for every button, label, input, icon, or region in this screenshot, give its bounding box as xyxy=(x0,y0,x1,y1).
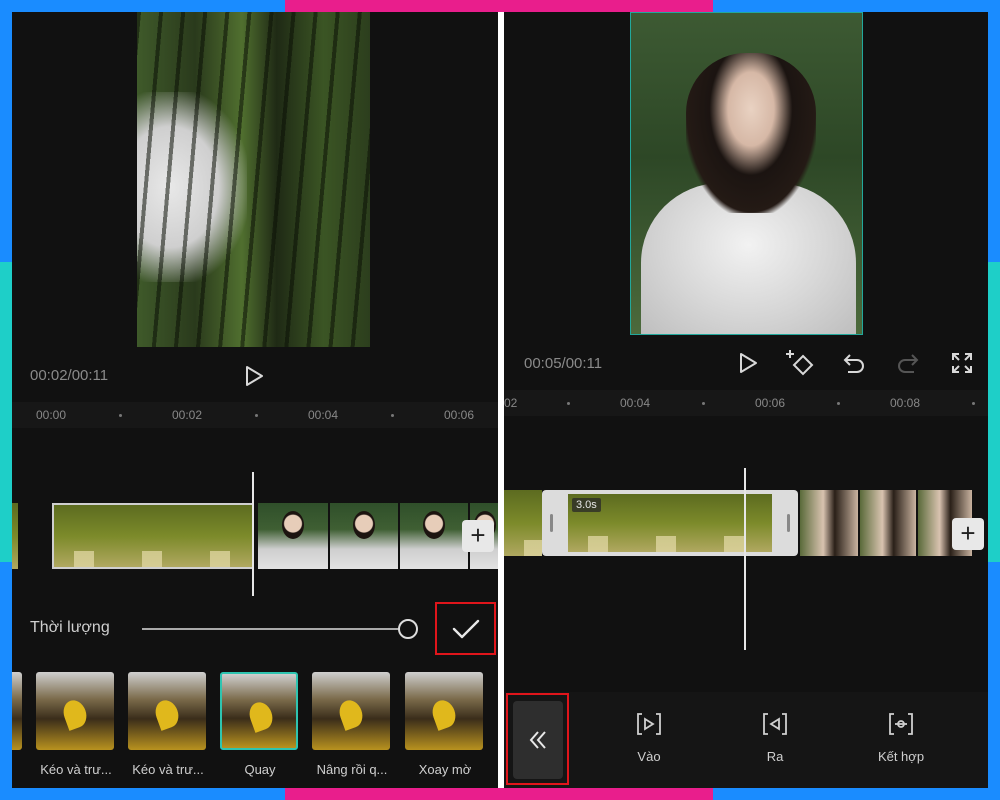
undo-icon[interactable] xyxy=(839,348,869,378)
ruler-tick-label: 02 xyxy=(504,396,518,410)
tool-label: Kết hợp xyxy=(877,749,925,764)
effect-item[interactable]: Kéo và trư... xyxy=(128,672,208,777)
timeline-track: + xyxy=(12,428,498,596)
check-icon xyxy=(452,619,479,638)
composite-frame: 00:02/00:11 00:00 00:02 00:04 00:06 + Th… xyxy=(0,0,1000,800)
ruler-tick-label: 00:04 xyxy=(308,408,339,422)
selected-clip[interactable]: 3.0s xyxy=(542,490,798,556)
tool-combine[interactable]: Kết hợp xyxy=(866,712,936,764)
playhead[interactable] xyxy=(744,468,746,650)
redo-icon[interactable] xyxy=(893,348,923,378)
back-button[interactable] xyxy=(513,701,563,779)
effect-item-selected[interactable]: Quay xyxy=(220,672,300,777)
ruler-tick-label: 00:06 xyxy=(444,408,475,422)
effect-item[interactable]: Xoay mờ xyxy=(405,672,485,777)
effect-label: Xoay mờ xyxy=(418,762,472,777)
tool-out[interactable]: Ra xyxy=(740,712,810,764)
timeline-ruler[interactable]: 02 00:04 00:06 00:08 xyxy=(504,390,988,416)
back-button-highlight xyxy=(506,693,569,785)
confirm-button[interactable] xyxy=(435,602,496,655)
effect-thumbnail xyxy=(312,672,390,750)
right-editor-screen: 00:05/00:11 02 00:04 00:06 00:08 3.0s + … xyxy=(504,12,988,788)
effect-item[interactable]: Kéo và trư... xyxy=(36,672,116,777)
slider-knob[interactable] xyxy=(398,619,418,639)
trim-handle-left[interactable] xyxy=(550,514,553,532)
effect-thumbnail xyxy=(220,672,298,750)
tool-label: Ra xyxy=(766,749,784,764)
tool-label: Vào xyxy=(637,749,661,764)
play-icon[interactable] xyxy=(240,362,268,390)
add-clip-button[interactable]: + xyxy=(462,520,494,552)
fullscreen-icon[interactable] xyxy=(947,348,977,378)
effect-item[interactable] xyxy=(12,672,24,750)
in-bracket-icon xyxy=(637,713,661,735)
effect-thumbnail xyxy=(405,672,483,750)
duration-label: Thời lượng xyxy=(30,619,110,636)
timeline-ruler[interactable]: 00:00 00:02 00:04 00:06 xyxy=(12,402,498,428)
effect-item[interactable]: Nâng rồi q... xyxy=(312,672,392,777)
clip-duration-badge: 3.0s xyxy=(572,498,601,512)
clip-thumbnail[interactable] xyxy=(800,490,858,556)
double-chevron-left-icon xyxy=(529,731,546,749)
ruler-tick-label: 00:06 xyxy=(755,396,786,410)
timeline-track: 3.0s + xyxy=(504,416,988,692)
play-icon[interactable] xyxy=(734,349,762,377)
clip-thumbnail[interactable] xyxy=(504,490,542,556)
add-keyframe-icon[interactable] xyxy=(784,346,818,380)
effect-thumbnail xyxy=(128,672,206,750)
effect-label: Kéo và trư... xyxy=(132,762,204,777)
clip-thumbnail[interactable] xyxy=(860,490,916,556)
timecode: 00:02/00:11 xyxy=(30,367,109,384)
clip-thumbnail[interactable] xyxy=(330,503,398,569)
tool-in[interactable]: Vào xyxy=(614,712,684,764)
video-preview[interactable] xyxy=(630,12,863,335)
timecode: 00:05/00:11 xyxy=(524,355,603,372)
effect-thumbnail xyxy=(36,672,114,750)
effect-label: Quay xyxy=(244,762,276,777)
clip-thumbnail[interactable] xyxy=(258,503,328,569)
trim-handle-right[interactable] xyxy=(787,514,790,532)
combine-bracket-icon xyxy=(889,713,913,735)
effect-label: Nâng rồi q... xyxy=(316,762,388,777)
duration-slider[interactable] xyxy=(142,619,418,639)
effect-list[interactable]: Kéo và trư... Kéo và trư... Quay Nâng rồ… xyxy=(12,672,498,788)
left-editor-screen: 00:02/00:11 00:00 00:02 00:04 00:06 + Th… xyxy=(12,12,498,788)
out-bracket-icon xyxy=(763,713,787,735)
add-clip-button[interactable]: + xyxy=(952,518,984,550)
effect-label: Kéo và trư... xyxy=(40,762,112,777)
ruler-tick-label: 00:02 xyxy=(172,408,203,422)
ruler-tick-label: 00:00 xyxy=(36,408,67,422)
playhead[interactable] xyxy=(252,472,254,596)
ruler-tick-label: 00:04 xyxy=(620,396,651,410)
clip-thumbnail[interactable] xyxy=(400,503,468,569)
video-preview[interactable] xyxy=(137,12,370,347)
ruler-tick-label: 00:08 xyxy=(890,396,921,410)
selected-clip[interactable] xyxy=(52,503,254,569)
